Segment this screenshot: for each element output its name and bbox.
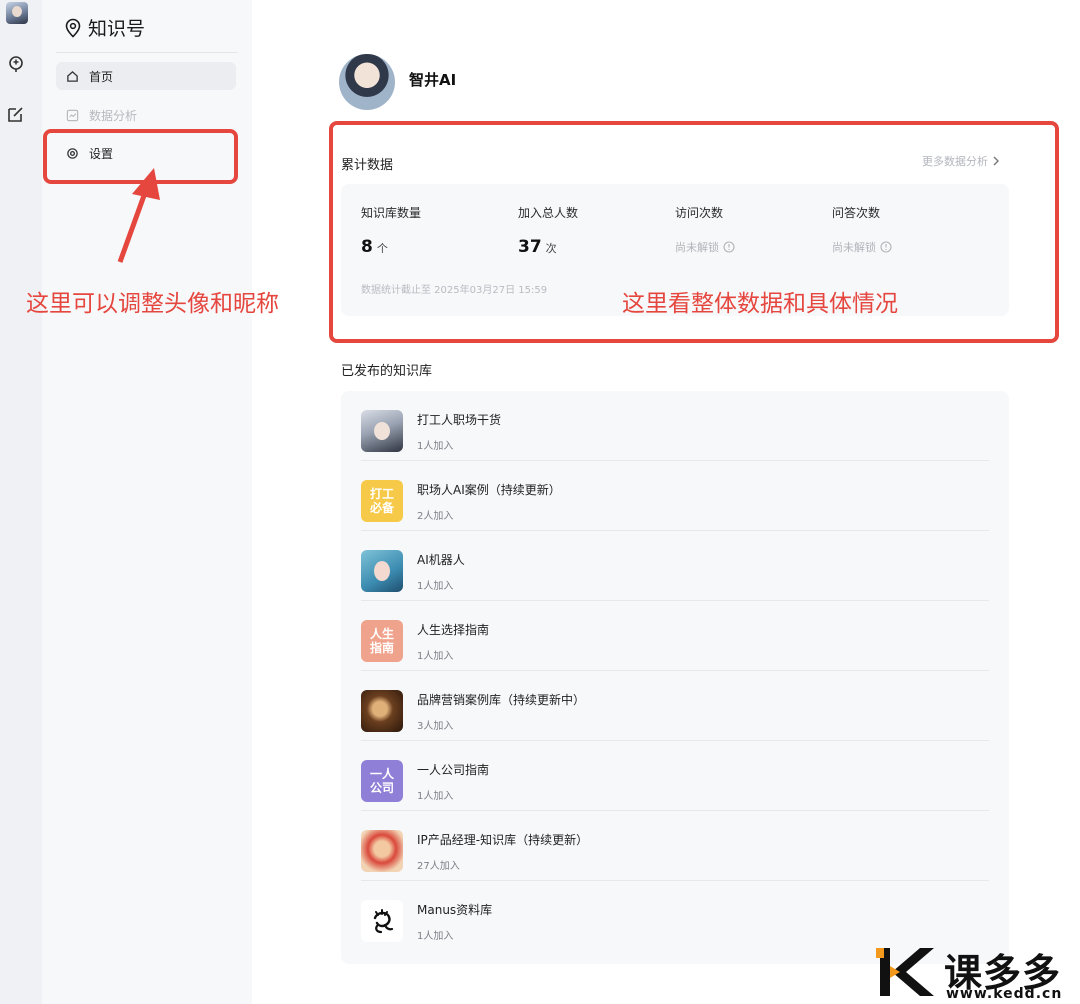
locked-text: 尚未解锁 xyxy=(832,241,876,254)
kb-item[interactable]: 品牌营销案例库（持续更新中） 3人加入 xyxy=(361,671,989,741)
sidebar-item-label: 数据分析 xyxy=(89,108,138,123)
stat-unit: 次 xyxy=(545,242,557,255)
lightbulb-icon[interactable] xyxy=(6,54,26,74)
kb-item[interactable]: 打工 必备 职场人AI案例（持续更新） 2人加入 xyxy=(361,461,989,531)
kb-thumbnail xyxy=(361,690,403,732)
kb-thumbnail xyxy=(361,550,403,592)
kb-list: 打工人职场干货 1人加入 打工 必备 职场人AI案例（持续更新） 2人加入 AI… xyxy=(341,391,1009,964)
kb-thumbnail xyxy=(361,900,403,942)
kb-name: 一人公司指南 xyxy=(417,763,490,777)
kb-members: 1人加入 xyxy=(417,791,454,802)
kb-thumbnail: 一人 公司 xyxy=(361,760,403,802)
brand-title: 知识号 xyxy=(88,18,146,40)
kb-name: IP产品经理-知识库（持续更新） xyxy=(417,833,589,847)
info-icon[interactable] xyxy=(723,241,735,253)
stat-number: 8 xyxy=(361,237,373,257)
icon-rail xyxy=(0,0,42,1004)
edit-icon[interactable] xyxy=(6,104,26,124)
kb-item[interactable]: 一人 公司 一人公司指南 1人加入 xyxy=(361,741,989,811)
kb-members: 3人加入 xyxy=(417,721,454,732)
kb-name: AI机器人 xyxy=(417,553,465,567)
location-pin-icon xyxy=(65,18,81,38)
stat-locked[interactable]: 尚未解锁 xyxy=(832,239,892,255)
annotation-note-left: 这里可以调整头像和昵称 xyxy=(26,291,279,317)
stat-locked[interactable]: 尚未解锁 xyxy=(675,239,735,255)
more-analytics-link[interactable]: 更多数据分析 xyxy=(922,153,1000,169)
stat-qa: 问答次数 尚未解锁 xyxy=(832,204,892,255)
stats-title: 累计数据 xyxy=(341,158,394,173)
annotation-arrow xyxy=(117,168,160,263)
kb-members: 1人加入 xyxy=(417,931,454,942)
stat-visits: 访问次数 尚未解锁 xyxy=(675,204,735,255)
manus-logo-icon xyxy=(373,909,394,934)
kb-item[interactable]: IP产品经理-知识库（持续更新） 27人加入 xyxy=(361,811,989,881)
stat-value: 8 个 xyxy=(361,237,421,257)
kb-members: 2人加入 xyxy=(417,511,454,522)
divider xyxy=(56,52,238,53)
locked-text: 尚未解锁 xyxy=(675,241,719,254)
kb-name: Manus资料库 xyxy=(417,903,493,917)
user-avatar[interactable] xyxy=(6,2,28,24)
k-logo-icon xyxy=(876,948,934,996)
kb-thumbnail: 人生 指南 xyxy=(361,620,403,662)
kb-thumbnail xyxy=(361,410,403,452)
watermark-url: www.kedd.cn xyxy=(946,986,1063,1002)
stat-value: 37 次 xyxy=(518,237,578,257)
profile-avatar[interactable] xyxy=(339,54,395,110)
home-icon xyxy=(67,70,78,82)
stat-total-members: 加入总人数 37 次 xyxy=(518,204,578,257)
kb-name: 打工人职场干货 xyxy=(417,413,502,427)
kb-members: 1人加入 xyxy=(417,581,454,592)
more-analytics-label: 更多数据分析 xyxy=(922,155,988,168)
chevron-right-icon xyxy=(993,156,999,166)
info-icon[interactable] xyxy=(880,241,892,253)
stat-unit: 个 xyxy=(376,242,388,255)
kb-thumbnail: 打工 必备 xyxy=(361,480,403,522)
stat-label: 加入总人数 xyxy=(518,206,579,220)
kb-name: 品牌营销案例库（持续更新中） xyxy=(417,693,586,707)
stat-label: 访问次数 xyxy=(675,206,724,220)
sidebar-item-home[interactable]: 首页 xyxy=(56,62,236,90)
kb-item[interactable]: AI机器人 1人加入 xyxy=(361,531,989,601)
kb-thumbnail xyxy=(361,830,403,872)
sidebar-item-label: 首页 xyxy=(89,69,114,84)
kb-item[interactable]: Manus资料库 1人加入 xyxy=(361,881,989,951)
stat-label: 知识库数量 xyxy=(361,206,422,220)
sidebar-item-analytics[interactable]: 数据分析 xyxy=(56,101,236,129)
kb-name: 人生选择指南 xyxy=(417,623,490,637)
stat-label: 问答次数 xyxy=(832,206,881,220)
kb-item[interactable]: 打工人职场干货 1人加入 xyxy=(361,391,989,461)
kb-members: 27人加入 xyxy=(417,861,460,872)
kb-name: 职场人AI案例（持续更新） xyxy=(417,483,561,497)
watermark: 课多多 www.kedd.cn xyxy=(876,942,1078,1002)
chart-icon xyxy=(66,109,79,121)
stats-footnote: 数据统计截止至 2025年03月27日 15:59 xyxy=(361,285,548,296)
stat-kb-count: 知识库数量 8 个 xyxy=(361,204,421,257)
kb-item[interactable]: 人生 指南 人生选择指南 1人加入 xyxy=(361,601,989,671)
stat-number: 37 xyxy=(518,237,542,257)
kb-members: 1人加入 xyxy=(417,441,454,452)
profile-name: 智井AI xyxy=(409,71,457,89)
brand[interactable]: 知识号 xyxy=(64,14,145,41)
annotation-note-right: 这里看整体数据和具体情况 xyxy=(622,291,898,317)
kb-members: 1人加入 xyxy=(417,651,454,662)
published-title: 已发布的知识库 xyxy=(341,364,433,379)
